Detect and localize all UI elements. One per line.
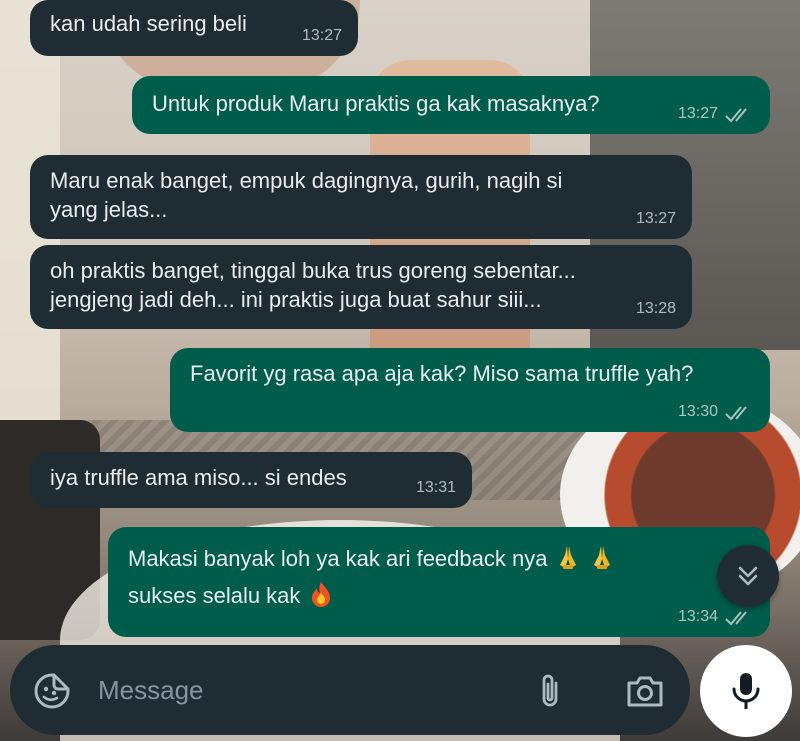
message-meta: 13:30 [678, 402, 754, 423]
message-meta: 13:27 [636, 209, 676, 230]
message-text: iya truffle ama miso... si endes [50, 465, 347, 490]
message-bubble-incoming[interactable]: kan udah sering beli 13:27 [30, 0, 358, 56]
message-text: Makasi banyak loh ya kak ari feedback ny… [128, 546, 548, 571]
message-time: 13:27 [635, 210, 676, 228]
message-composer[interactable]: Message [10, 645, 690, 735]
camera-icon[interactable] [625, 673, 665, 709]
message-text: oh praktis banget, tinggal buka trus gor… [50, 258, 576, 312]
scroll-to-bottom-button[interactable] [717, 545, 779, 607]
folded-hands-emoji [593, 546, 610, 569]
double-chevron-down-icon [738, 566, 758, 586]
folded-hands-emoji [559, 546, 576, 569]
message-bubble-incoming[interactable]: iya truffle ama miso... si endes 13:31 [30, 452, 472, 508]
message-meta: 13:34 [678, 607, 754, 628]
message-meta: 13:28 [636, 299, 676, 320]
message-time: 13:30 [677, 403, 718, 421]
double-check-icon [725, 107, 747, 123]
message-bubble-outgoing[interactable]: Untuk produk Maru praktis ga kak masakny… [132, 76, 770, 134]
sticker-icon[interactable] [32, 671, 72, 711]
fire-emoji [311, 581, 330, 607]
message-text: Maru enak banget, empuk dagingnya, gurih… [50, 168, 563, 222]
message-time: 13:31 [415, 479, 456, 497]
message-time: 13:34 [677, 608, 718, 626]
message-time: 13:28 [635, 300, 676, 318]
message-text: Favorit yg rasa apa aja kak? Miso sama t… [190, 361, 694, 386]
microphone-icon [732, 673, 760, 709]
message-text-line: Makasi banyak loh ya kak ari feedback ny… [128, 543, 750, 574]
message-time: 13:27 [301, 27, 342, 45]
voice-record-button[interactable] [700, 645, 792, 737]
message-bubble-outgoing[interactable]: Favorit yg rasa apa aja kak? Miso sama t… [170, 348, 770, 432]
message-meta: 13:27 [678, 104, 754, 125]
message-text: kan udah sering beli [50, 11, 247, 36]
paperclip-icon[interactable] [535, 671, 565, 711]
message-meta: 13:27 [302, 26, 342, 47]
message-text: sukses selalu kak [128, 582, 301, 608]
double-check-icon [725, 405, 747, 421]
message-text-line: sukses selalu kak [128, 580, 750, 611]
message-time: 13:27 [677, 105, 718, 123]
message-input[interactable]: Message [98, 675, 204, 706]
message-bubble-outgoing[interactable]: Makasi banyak loh ya kak ari feedback ny… [108, 527, 770, 637]
message-bubble-incoming[interactable]: Maru enak banget, empuk dagingnya, gurih… [30, 155, 692, 239]
message-bubble-incoming[interactable]: oh praktis banget, tinggal buka trus gor… [30, 245, 692, 329]
double-check-icon [725, 610, 747, 626]
message-meta: 13:31 [416, 478, 456, 499]
message-text: Untuk produk Maru praktis ga kak masakny… [152, 91, 600, 116]
